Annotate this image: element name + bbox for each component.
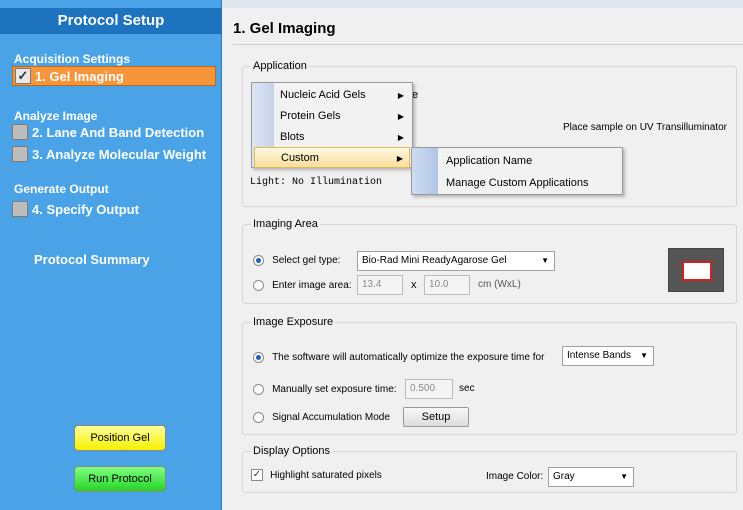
enter-area-label: Enter image area: xyxy=(272,280,352,291)
exposure-unit-label: sec xyxy=(459,383,475,394)
gel-preview-image xyxy=(668,248,724,292)
radio-selected-icon xyxy=(253,254,264,266)
menu-item-label: Blots xyxy=(280,131,305,143)
highlight-saturated-checkbox[interactable]: ✓ Highlight saturated pixels xyxy=(251,469,382,482)
sidebar-item-lane-band-detection[interactable]: 2. Lane And Band Detection xyxy=(12,122,204,142)
signal-accumulation-label: Signal Accumulation Mode xyxy=(272,412,390,423)
highlight-saturated-label: Highlight saturated pixels xyxy=(270,470,382,481)
submenu-arrow-icon: ▶ xyxy=(397,91,404,100)
protocol-summary-link[interactable]: Protocol Summary xyxy=(34,252,150,267)
submenu-arrow-icon: ▶ xyxy=(396,154,403,163)
menu-item-label: Application Name xyxy=(446,155,533,167)
checkbox-icon xyxy=(12,124,28,140)
menu-item-label: Manage Custom Applications xyxy=(446,177,589,189)
page-title: 1. Gel Imaging xyxy=(233,20,336,37)
application-menu: Nucleic Acid Gels ▶ Protein Gels ▶ Blots… xyxy=(251,82,413,168)
section-acquisition-settings: Acquisition Settings xyxy=(14,52,131,66)
sidebar: Protocol Setup Acquisition Settings ✓ 1.… xyxy=(0,0,222,510)
radio-unselected-icon xyxy=(253,383,264,395)
position-gel-button[interactable]: Position Gel xyxy=(74,425,166,451)
image-color-select[interactable]: Gray ▼ xyxy=(548,467,634,487)
divider xyxy=(233,44,743,45)
section-analyze-image: Analyze Image xyxy=(14,109,98,123)
sidebar-title: Protocol Setup xyxy=(0,8,222,34)
light-status: Light: No Illumination xyxy=(250,177,383,188)
submenu-arrow-icon: ▶ xyxy=(397,112,404,121)
sidebar-item-specify-output[interactable]: 4. Specify Output xyxy=(12,199,139,219)
chevron-down-icon: ▼ xyxy=(541,256,549,265)
area-x-label: x xyxy=(411,279,417,291)
gel-area-marker xyxy=(682,261,712,281)
imaging-area-legend: Imaging Area xyxy=(251,218,320,230)
sidebar-item-analyze-molecular-weight[interactable]: 3. Analyze Molecular Weight xyxy=(12,144,206,164)
exposure-time-input[interactable]: 0.500 xyxy=(405,379,453,399)
radio-unselected-icon xyxy=(253,279,264,291)
display-options-legend: Display Options xyxy=(251,445,333,457)
sidebar-item-label: 1. Gel Imaging xyxy=(35,68,124,84)
select-gel-label: Select gel type: xyxy=(272,255,341,266)
menu-item-label: Nucleic Acid Gels xyxy=(280,89,366,101)
exposure-target-value: Intense Bands xyxy=(567,350,631,361)
setup-button[interactable]: Setup xyxy=(403,407,469,427)
radio-selected-icon xyxy=(253,351,264,363)
image-color-value: Gray xyxy=(553,471,575,482)
auto-exposure-radio[interactable]: The software will automatically optimize… xyxy=(253,351,544,363)
submenu-arrow-icon: ▶ xyxy=(397,133,404,142)
menu-item-label: Custom xyxy=(281,152,319,164)
gel-type-select[interactable]: Bio-Rad Mini ReadyAgarose Gel ▼ xyxy=(357,251,555,271)
menu-item-blots[interactable]: Blots ▶ xyxy=(274,127,410,148)
sidebar-item-label: 2. Lane And Band Detection xyxy=(32,124,205,140)
custom-submenu: Application Name Manage Custom Applicati… xyxy=(411,147,623,195)
menu-item-custom[interactable]: Custom ▶ xyxy=(254,147,410,168)
checkbox-icon xyxy=(12,146,28,162)
manual-exposure-label: Manually set exposure time: xyxy=(272,384,397,395)
manual-exposure-radio[interactable]: Manually set exposure time: xyxy=(253,383,397,395)
image-color-label: Image Color: xyxy=(486,471,544,482)
chevron-down-icon: ▼ xyxy=(640,351,648,360)
menu-item-application-name[interactable]: Application Name xyxy=(440,151,620,172)
checkbox-icon xyxy=(12,201,28,217)
exposure-target-select[interactable]: Intense Bands ▼ xyxy=(562,346,654,366)
area-width-input[interactable]: 13.4 xyxy=(357,275,403,295)
image-exposure-legend: Image Exposure xyxy=(251,316,336,328)
area-unit-label: cm (WxL) xyxy=(478,279,521,290)
sidebar-item-label: 4. Specify Output xyxy=(32,201,139,217)
sidebar-item-gel-imaging[interactable]: ✓ 1. Gel Imaging xyxy=(12,66,216,86)
gel-type-value: Bio-Rad Mini ReadyAgarose Gel xyxy=(362,255,507,266)
menu-item-manage-custom-applications[interactable]: Manage Custom Applications xyxy=(440,173,620,194)
menu-item-label: Protein Gels xyxy=(280,110,341,122)
auto-exposure-label: The software will automatically optimize… xyxy=(272,352,545,363)
enter-area-radio[interactable]: Enter image area: xyxy=(253,279,352,291)
chevron-down-icon: ▼ xyxy=(620,472,628,481)
menu-item-nucleic-acid-gels[interactable]: Nucleic Acid Gels ▶ xyxy=(274,85,410,106)
sample-instruction: Place sample on UV Transilluminator xyxy=(563,122,727,133)
section-generate-output: Generate Output xyxy=(14,182,109,196)
menu-item-protein-gels[interactable]: Protein Gels ▶ xyxy=(274,106,410,127)
radio-unselected-icon xyxy=(253,411,264,423)
signal-accumulation-radio[interactable]: Signal Accumulation Mode xyxy=(253,411,390,423)
run-protocol-button[interactable]: Run Protocol xyxy=(74,466,166,492)
sidebar-item-label: 3. Analyze Molecular Weight xyxy=(32,146,207,162)
area-height-input[interactable]: 10.0 xyxy=(424,275,470,295)
application-legend: Application xyxy=(251,60,309,72)
menu-gutter xyxy=(412,148,438,194)
check-icon: ✓ xyxy=(15,68,31,84)
check-icon: ✓ xyxy=(251,469,263,482)
select-gel-radio[interactable]: Select gel type: xyxy=(253,254,340,266)
